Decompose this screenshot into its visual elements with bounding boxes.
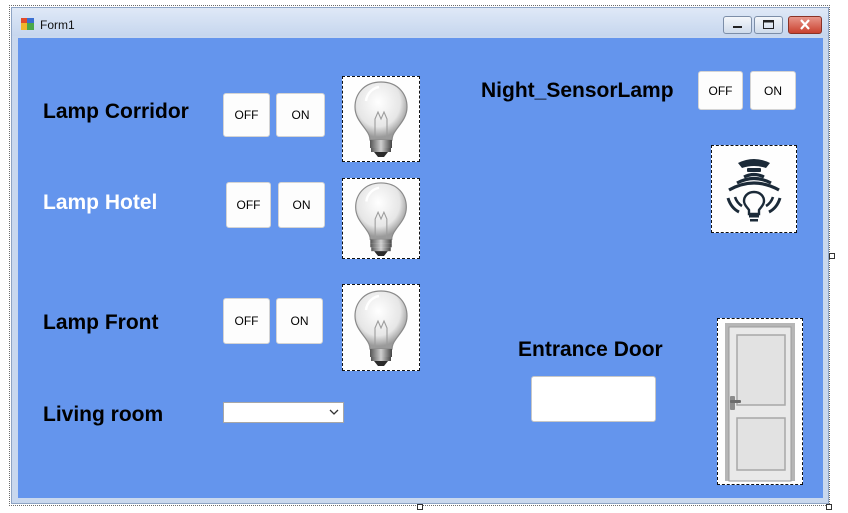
night-sensor-picture bbox=[711, 145, 797, 233]
lamp-corridor-label: Lamp Corridor bbox=[43, 100, 189, 123]
close-icon bbox=[800, 19, 810, 30]
lamp-hotel-on-button[interactable]: ON bbox=[278, 182, 325, 228]
lamp-corridor-picture bbox=[342, 76, 420, 162]
lamp-hotel-label: Lamp Hotel bbox=[43, 191, 158, 214]
resize-handle-right[interactable] bbox=[829, 253, 835, 259]
light-bulb-icon bbox=[351, 288, 411, 368]
lamp-corridor-on-button[interactable]: ON bbox=[276, 93, 325, 137]
entrance-door-picture bbox=[717, 318, 803, 485]
lamp-front-picture bbox=[342, 284, 420, 371]
lamp-corridor-off-button[interactable]: OFF bbox=[223, 93, 270, 137]
lamp-front-on-button[interactable]: ON bbox=[276, 298, 323, 344]
lamp-front-off-button[interactable]: OFF bbox=[223, 298, 270, 344]
night-sensor-label: Night_SensorLamp bbox=[481, 79, 674, 102]
entrance-door-label: Entrance Door bbox=[518, 338, 663, 361]
form-client-area: Lamp Corridor OFF ON Lamp Hotel OFF ON L… bbox=[18, 38, 823, 498]
form-app-icon bbox=[21, 18, 34, 30]
door-icon bbox=[725, 322, 795, 481]
entrance-door-textbox[interactable] bbox=[531, 376, 656, 422]
light-bulb-icon bbox=[351, 180, 411, 258]
living-room-label: Living room bbox=[43, 403, 164, 426]
title-bar[interactable]: Form1 bbox=[12, 8, 828, 36]
chevron-down-icon[interactable] bbox=[328, 406, 340, 418]
close-button[interactable] bbox=[788, 16, 822, 34]
maximize-button[interactable] bbox=[754, 16, 783, 34]
lamp-hotel-off-button[interactable]: OFF bbox=[226, 182, 271, 228]
maximize-icon bbox=[763, 20, 774, 29]
minimize-icon bbox=[733, 26, 742, 28]
light-bulb-icon bbox=[351, 79, 411, 159]
living-room-combobox[interactable] bbox=[223, 402, 344, 423]
resize-handle-bottom[interactable] bbox=[417, 504, 423, 510]
form-window: Form1 Lamp Corridor OFF ON Lamp Hotel OF… bbox=[11, 7, 829, 504]
night-sensor-on-button[interactable]: ON bbox=[750, 71, 796, 110]
lamp-front-label: Lamp Front bbox=[43, 311, 159, 334]
window-title: Form1 bbox=[40, 18, 75, 32]
lamp-hotel-picture bbox=[342, 178, 420, 259]
resize-handle-bottom-right[interactable] bbox=[826, 504, 832, 510]
minimize-button[interactable] bbox=[723, 16, 752, 34]
sensor-lamp-icon bbox=[726, 159, 782, 222]
night-sensor-off-button[interactable]: OFF bbox=[698, 71, 743, 110]
